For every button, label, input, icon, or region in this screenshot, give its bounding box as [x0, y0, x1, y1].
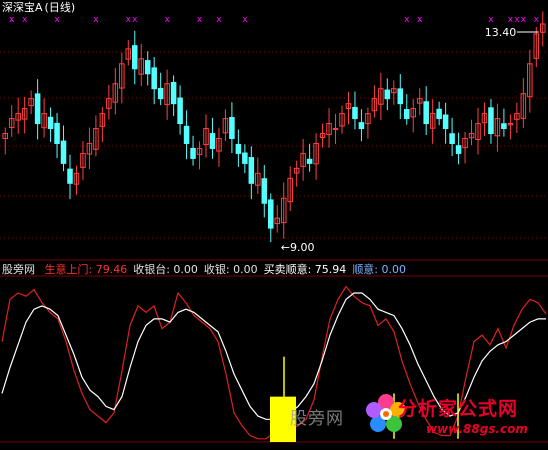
candle-body	[358, 122, 365, 130]
indicator-header: 股旁网 生意上门: 79.46 收银台: 0.00 收银: 0.00 买卖顺意: 75…	[2, 263, 412, 277]
top-marker: x	[521, 15, 527, 25]
candle-body	[242, 152, 248, 164]
candle-body	[449, 133, 455, 144]
chart-stage: x x x x x x x x x x x x x x x x x 13.40 ←9.00 深深宝A (日线) 股旁网…	[0, 0, 548, 446]
candle-body	[190, 147, 196, 159]
chart-canvas: x x x x x x x x x x x x x x x x x13.40←9.00	[0, 11, 548, 443]
candle-body	[209, 133, 216, 149]
candle-body	[229, 116, 235, 139]
candle-body	[384, 89, 391, 100]
candle-body	[397, 88, 404, 105]
stock-title: 深深宝A	[2, 1, 43, 14]
annotation-low: ←9.00	[281, 241, 315, 254]
candle-body	[248, 157, 255, 184]
candle-body	[34, 93, 41, 125]
indicator-item: 顺意: 0.00	[352, 263, 407, 276]
indicator-item: 收银: 0.00	[203, 263, 258, 276]
top-marker: x	[9, 15, 15, 25]
top-marker: x	[508, 15, 514, 25]
top-marker: x	[22, 15, 28, 25]
candle-body	[183, 125, 190, 144]
top-marker: x	[93, 15, 99, 25]
top-marker: x	[242, 15, 248, 25]
candle-body	[403, 109, 410, 120]
period-label: (日线)	[44, 1, 76, 14]
candle-body	[352, 106, 358, 120]
candle-body	[261, 178, 268, 204]
annotation-high: 13.40	[485, 26, 517, 39]
candle-body	[131, 45, 138, 70]
candle-body	[177, 97, 183, 125]
candle-body	[47, 116, 54, 130]
candle-body	[306, 158, 313, 164]
candle-body	[332, 128, 339, 131]
candle-body	[267, 199, 274, 229]
top-header: 深深宝A (日线)	[2, 1, 81, 15]
indicator-item: 生意上门: 79.46	[44, 263, 128, 276]
top-marker: x	[126, 15, 132, 25]
candle-body	[455, 145, 462, 154]
top-marker: x	[54, 15, 60, 25]
candle-body	[170, 81, 177, 105]
candle-body	[144, 60, 151, 75]
site-logo: 分析家公式网 www.88gs.com	[360, 388, 546, 446]
top-marker: x	[164, 15, 170, 25]
logo-sub-text: www.88gs.com	[426, 422, 528, 436]
candle-body	[423, 101, 429, 125]
candle-body	[442, 114, 449, 130]
indicator-item: 收银台: 0.00	[133, 263, 198, 276]
top-marker: x	[132, 15, 138, 25]
candle-body	[501, 123, 507, 130]
candle-body	[60, 140, 67, 164]
candle-body	[54, 122, 60, 144]
watermark-text: 股旁网	[290, 409, 344, 429]
indicator-item: 买卖顺意: 75.94	[263, 263, 347, 276]
top-marker: x	[404, 15, 410, 25]
top-marker: x	[216, 15, 222, 25]
top-marker: x	[534, 15, 540, 25]
candle-body	[436, 108, 442, 120]
top-marker: x	[197, 15, 203, 25]
indicator-name: 股旁网	[2, 263, 35, 276]
candle-body	[235, 143, 242, 154]
top-marker: x	[514, 15, 520, 25]
candle-body	[157, 87, 164, 100]
candle-body	[67, 168, 73, 184]
logo-main-text: 分析家公式网	[398, 398, 519, 420]
top-marker: x	[488, 15, 494, 25]
candle-body	[151, 67, 157, 90]
candle-body	[488, 107, 494, 135]
top-marker: x	[417, 15, 423, 25]
